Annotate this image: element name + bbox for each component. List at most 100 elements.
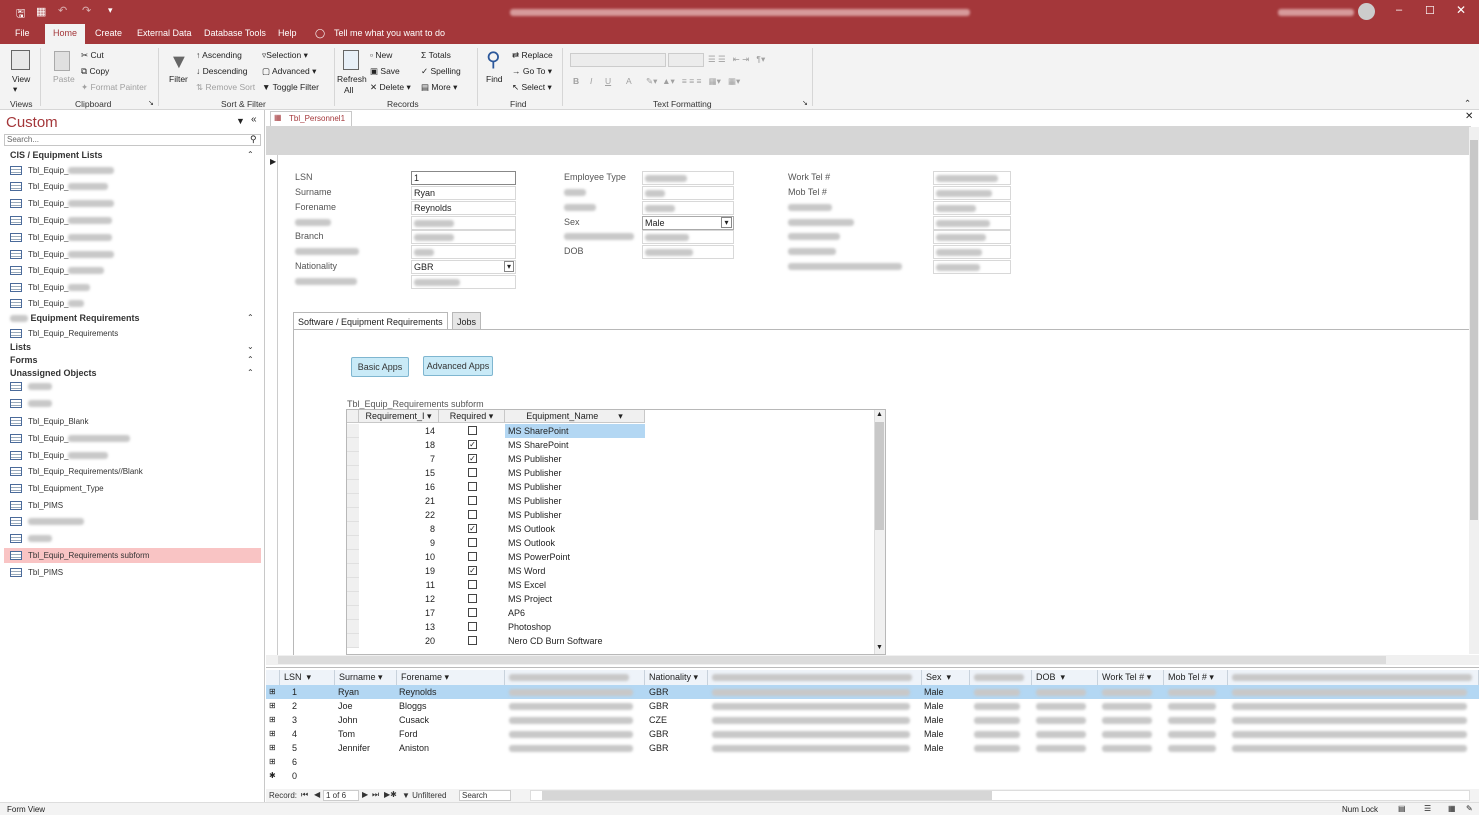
tab-external-data[interactable]: External Data <box>137 28 192 38</box>
row-selector[interactable] <box>347 452 359 466</box>
next-record-icon[interactable]: ▶ <box>362 790 368 799</box>
ds-col-nationality[interactable]: Nationality ▾ <box>645 670 708 685</box>
subform-row[interactable]: 13 Photoshop <box>347 620 645 634</box>
blurred-field-7[interactable] <box>933 201 1011 215</box>
equipment-name-cell[interactable]: AP6 <box>505 606 645 620</box>
subform-row[interactable]: 21 MS Publisher <box>347 494 645 508</box>
required-checkbox[interactable] <box>468 538 477 547</box>
doc-tab-personnel[interactable]: Tbl_Personnel1 <box>270 111 353 126</box>
collapse-icon[interactable]: ⌃ <box>247 313 254 322</box>
nav-search-input[interactable]: Search... <box>4 134 261 146</box>
layout-view-icon[interactable]: ▦ <box>1448 804 1456 813</box>
required-checkbox[interactable] <box>468 636 477 645</box>
ds-col-forename[interactable]: Forename ▾ <box>397 670 505 685</box>
replace-button[interactable]: ⇄ Replace <box>512 50 553 61</box>
required-checkbox[interactable] <box>468 580 477 589</box>
datasheet-hscroll-thumb[interactable] <box>542 791 992 800</box>
equipment-name-cell[interactable]: MS Publisher <box>505 466 645 480</box>
lsn-cell[interactable]: 0 <box>292 769 297 783</box>
row-selector[interactable] <box>347 438 359 452</box>
account-name[interactable] <box>1278 9 1354 16</box>
maximize-icon[interactable]: ☐ <box>1425 4 1435 17</box>
close-icon[interactable]: ✕ <box>1456 3 1466 17</box>
magnifier-icon[interactable]: ⚲ <box>486 50 501 70</box>
datasheet-row[interactable]: ⊞ 1 Ryan Reynolds GBR Male <box>266 685 1479 699</box>
blurred-cell[interactable] <box>1102 685 1152 699</box>
format-painter-button[interactable]: ✦ Format Painter <box>81 82 147 93</box>
ds-col-blurred-c[interactable] <box>970 670 1032 685</box>
lsn-cell[interactable]: 4 <box>292 727 297 741</box>
subform-row[interactable]: 17 AP6 <box>347 606 645 620</box>
blurred-cell[interactable] <box>712 699 910 713</box>
blurred-cell[interactable] <box>1102 713 1152 727</box>
funnel-icon[interactable]: ▼ <box>169 52 189 72</box>
blurred-field-8[interactable] <box>933 216 1011 230</box>
nav-item-pims[interactable]: Tbl_PIMS <box>10 499 63 513</box>
datasheet-row[interactable]: ✱ 0 <box>266 769 1479 783</box>
blurred-cell[interactable] <box>974 727 1020 741</box>
lsn-field[interactable]: 1 <box>411 171 516 185</box>
requirement-id-cell[interactable]: 8 <box>359 522 439 536</box>
surname-cell[interactable]: Joe <box>338 699 353 713</box>
nationality-dropdown-icon[interactable]: ▾ <box>504 261 514 272</box>
blurred-field-2[interactable] <box>411 245 516 259</box>
sex-cell[interactable]: Male <box>924 741 944 755</box>
subform-row[interactable]: 19 ✓ MS Word <box>347 564 645 578</box>
required-checkbox[interactable]: ✓ <box>468 440 477 449</box>
record-position-input[interactable]: 1 of 6 <box>323 790 359 801</box>
required-checkbox[interactable] <box>468 622 477 631</box>
highlight-icon[interactable]: ✎▾ ▲▾ ≡ ≡ ≡ ▦▾ ▦▾ <box>646 76 740 87</box>
surname-cell[interactable]: Jennifer <box>338 741 370 755</box>
font-name-box[interactable] <box>570 53 666 67</box>
nationality-cell[interactable]: GBR <box>649 741 669 755</box>
ds-col-sex[interactable]: Sex ▾ <box>922 670 970 685</box>
forename-cell[interactable]: Ford <box>399 727 418 741</box>
blurred-cell[interactable] <box>1168 685 1216 699</box>
selection-button[interactable]: ▿Selection ▾ <box>262 50 308 61</box>
view-icon[interactable] <box>11 50 30 70</box>
collapse-icon[interactable]: ⌃ <box>247 355 254 364</box>
blurred-cell[interactable] <box>509 741 633 755</box>
equipment-name-cell[interactable]: MS Publisher <box>505 452 645 466</box>
row-selector[interactable] <box>347 564 359 578</box>
blurred-field-1[interactable] <box>411 216 516 230</box>
save-icon[interactable]: 🖫 <box>16 5 25 24</box>
dob-field[interactable] <box>642 245 734 259</box>
equipment-name-cell[interactable]: MS SharePoint <box>505 438 645 452</box>
required-checkbox[interactable] <box>468 510 477 519</box>
surname-cell[interactable]: John <box>338 713 358 727</box>
ds-col-mob-tel[interactable]: Mob Tel # ▾ <box>1164 670 1228 685</box>
blurred-cell[interactable] <box>1168 727 1216 741</box>
ds-col-surname[interactable]: Surname ▾ <box>335 670 397 685</box>
sex-cell[interactable]: Male <box>924 699 944 713</box>
equipment-name-cell[interactable]: MS Outlook <box>505 536 645 550</box>
find-button[interactable]: Find <box>486 74 503 84</box>
blurred-cell[interactable] <box>1232 713 1467 727</box>
blurred-cell[interactable] <box>1102 699 1152 713</box>
blurred-cell[interactable] <box>1168 741 1216 755</box>
required-checkbox[interactable] <box>468 426 477 435</box>
nav-item-equip-4[interactable]: Tbl_Equip_ <box>10 214 113 228</box>
expand-row-icon[interactable]: ✱ <box>269 769 276 783</box>
requirement-id-cell[interactable]: 17 <box>359 606 439 620</box>
required-checkbox[interactable]: ✓ <box>468 566 477 575</box>
required-checkbox[interactable] <box>468 482 477 491</box>
underline-button[interactable]: U <box>605 76 611 86</box>
equipment-name-cell[interactable]: MS Project <box>505 592 645 606</box>
subform-row[interactable]: 7 ✓ MS Publisher <box>347 452 645 466</box>
equipment-name-cell[interactable]: MS PowerPoint <box>505 550 645 564</box>
nav-item-equip-req-blank[interactable]: Tbl_Equip_Requirements//Blank <box>10 465 143 479</box>
forename-cell[interactable]: Cusack <box>399 713 429 727</box>
nav-item-blurred-3[interactable] <box>10 515 84 529</box>
row-selector[interactable] <box>347 536 359 550</box>
blurred-cell[interactable] <box>1168 713 1216 727</box>
nav-menu-icon[interactable]: ▼ <box>236 116 245 126</box>
lsn-cell[interactable]: 2 <box>292 699 297 713</box>
blurred-cell[interactable] <box>1036 713 1086 727</box>
requirement-id-cell[interactable]: 11 <box>359 578 439 592</box>
requirement-id-cell[interactable]: 14 <box>359 424 439 438</box>
refresh-icon[interactable] <box>343 50 359 70</box>
equipment-name-cell[interactable]: MS Excel <box>505 578 645 592</box>
subform-row[interactable]: 8 ✓ MS Outlook <box>347 522 645 536</box>
equipment-name-cell[interactable]: MS Publisher <box>505 508 645 522</box>
